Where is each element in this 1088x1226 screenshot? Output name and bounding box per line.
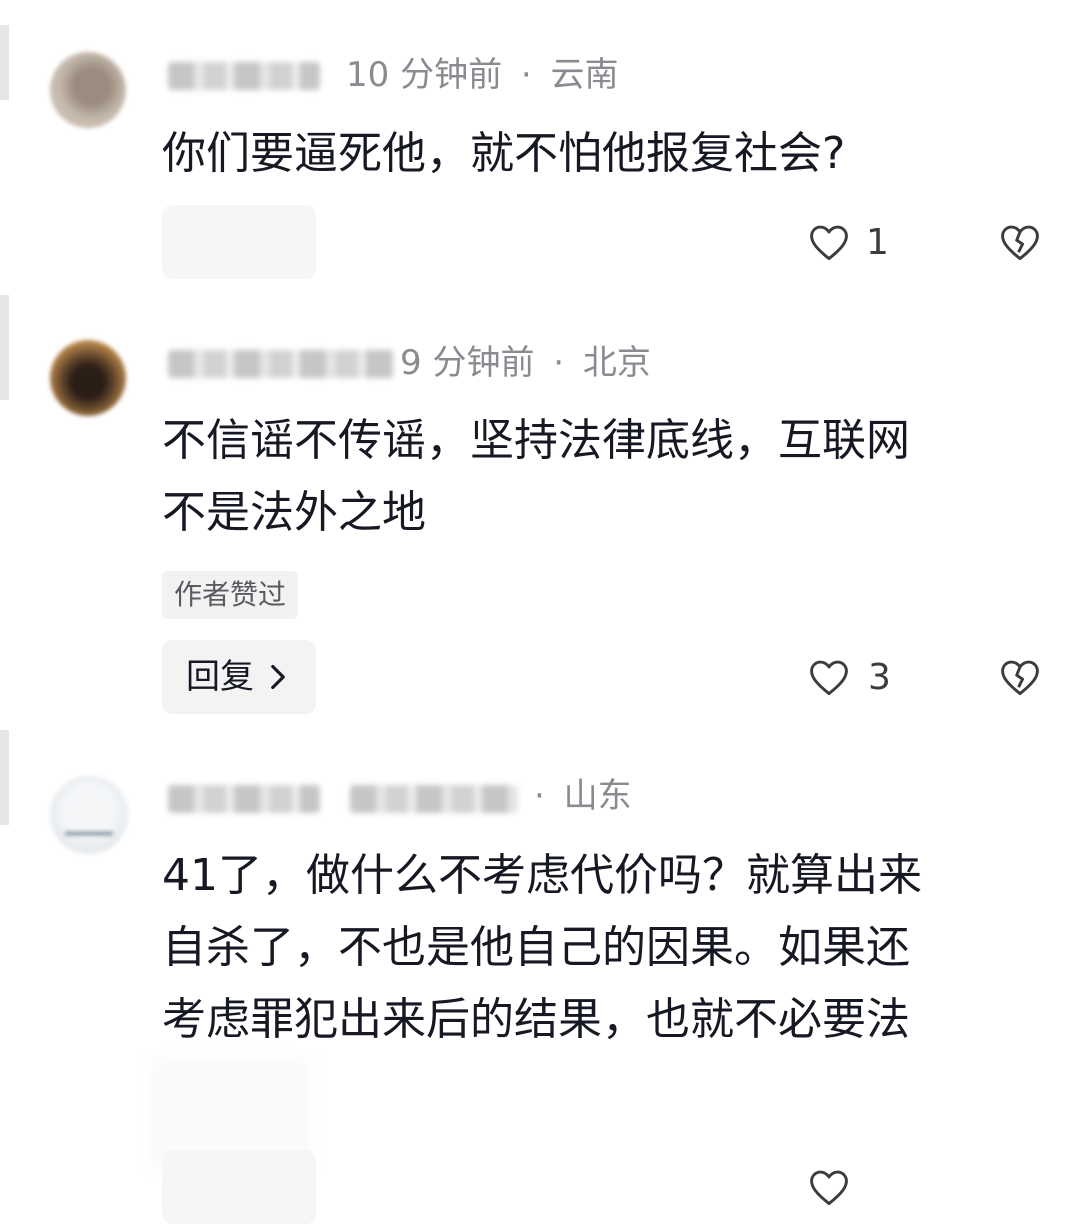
comment-location: 北京 (582, 343, 651, 383)
reply-button[interactable] (162, 1150, 316, 1224)
comment-time: 9 分钟前 (400, 343, 535, 383)
comment-meta: 9 分钟前 · 北京 (400, 343, 651, 383)
scroll-edge-marker (0, 295, 9, 400)
comment-meta: · 山东 (526, 776, 632, 816)
reply-button[interactable] (162, 205, 316, 279)
broken-heart-icon[interactable] (998, 221, 1042, 265)
user-info-blurred (350, 785, 518, 813)
avatar[interactable] (50, 52, 126, 128)
comment-time: 10 分钟前 (346, 55, 503, 95)
comment-text: 41了，做什么不考虑代价吗？就算出来 自杀了，不也是他自己的因果。如果还 考虑罪… (162, 850, 922, 1045)
scroll-edge-marker (0, 730, 9, 825)
comment-meta: 10 分钟前 · 云南 (346, 55, 619, 95)
like-heart-icon[interactable] (807, 221, 851, 265)
avatar[interactable] (50, 776, 128, 854)
meta-separator: · (534, 776, 545, 816)
meta-separator: · (520, 55, 532, 95)
comment-location: 山东 (563, 776, 632, 816)
reply-label: 回复 (186, 640, 287, 714)
like-count: 1 (866, 222, 889, 263)
like-heart-icon[interactable] (807, 1166, 851, 1210)
like-count: 3 (868, 657, 891, 698)
comment-location: 云南 (550, 55, 619, 95)
username-blurred[interactable] (168, 785, 320, 813)
avatar[interactable] (50, 340, 126, 416)
reply-button[interactable]: 回复 (162, 640, 316, 714)
meta-separator: · (553, 343, 565, 383)
chevron-right-icon (270, 664, 285, 690)
username-blurred[interactable] (168, 62, 320, 90)
scroll-edge-marker (0, 25, 9, 100)
like-heart-icon[interactable] (807, 656, 851, 700)
comment-text: 你们要逼死他，就不怕他报复社会? (162, 128, 846, 179)
author-liked-badge: 作者赞过 (162, 571, 299, 619)
username-blurred[interactable] (168, 350, 394, 378)
comment-text: 不信谣不传谣，坚持法律底线，互联网 不是法外之地 (162, 415, 910, 538)
broken-heart-icon[interactable] (998, 656, 1042, 700)
